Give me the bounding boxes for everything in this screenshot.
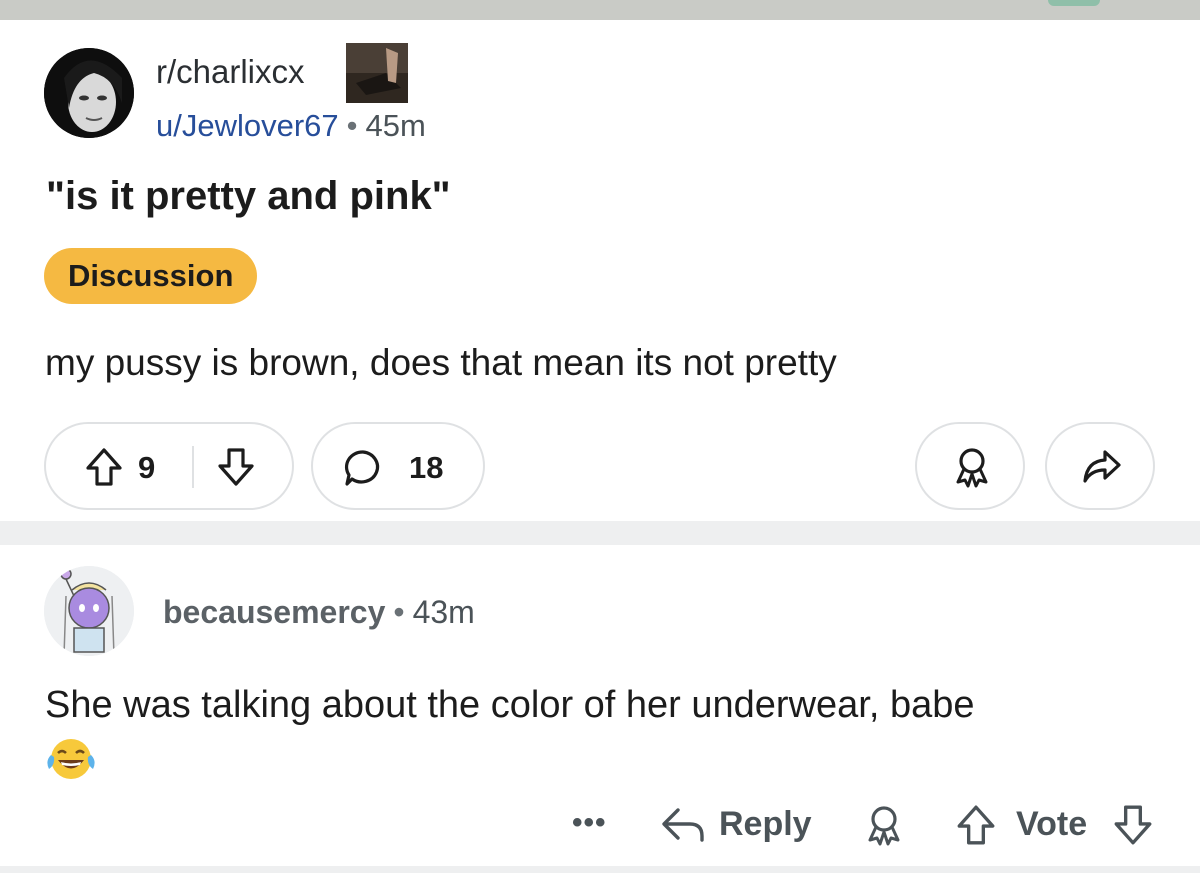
comment-username[interactable]: becausemercy <box>163 594 385 630</box>
comment-count: 18 <box>409 450 444 485</box>
post-flair[interactable]: Discussion <box>44 248 258 304</box>
vote-divider <box>192 446 194 488</box>
comment-author-avatar[interactable] <box>44 566 134 656</box>
section-separator <box>0 521 1200 545</box>
floating-button-edge <box>1048 0 1100 6</box>
post-username[interactable]: u/Jewlover67 <box>156 108 339 143</box>
share-button[interactable] <box>1045 422 1155 510</box>
post-score: 9 <box>138 450 156 485</box>
comment-icon <box>344 450 380 486</box>
share-icon <box>1083 450 1121 483</box>
post-timestamp: 45m <box>365 108 426 143</box>
post-body: my pussy is brown, does that mean its no… <box>45 342 837 383</box>
award-icon[interactable] <box>863 804 905 846</box>
reply-icon[interactable] <box>660 804 706 844</box>
award-button[interactable] <box>915 422 1025 510</box>
upvote-icon[interactable] <box>955 803 997 847</box>
reply-button[interactable]: Reply <box>719 805 812 844</box>
downvote-icon[interactable] <box>1112 803 1154 847</box>
comment-timestamp: 43m <box>412 594 475 630</box>
comment-meta: becausemercy • 43m <box>163 594 475 631</box>
comment-body: She was talking about the color of her u… <box>45 684 975 726</box>
comments-button[interactable]: 18 <box>311 422 485 510</box>
top-edge <box>0 0 1200 20</box>
post-title[interactable]: "is it pretty and pink" <box>46 174 451 219</box>
post-author-avatar[interactable] <box>44 48 134 138</box>
subreddit-thumbnail <box>346 43 408 103</box>
meta-dot: • <box>393 594 405 630</box>
more-options-button[interactable]: ••• <box>572 806 607 840</box>
upvote-icon[interactable] <box>84 446 124 488</box>
vote-label: Vote <box>1016 805 1088 843</box>
meta-dot: • <box>346 108 358 143</box>
downvote-icon[interactable] <box>216 446 256 488</box>
award-icon <box>956 448 988 488</box>
laughing-emoji <box>45 735 97 794</box>
post-meta: u/Jewlover67 • 45m <box>156 108 426 144</box>
bottom-separator <box>0 866 1200 873</box>
vote-pill: 9 <box>44 422 294 510</box>
subreddit-name[interactable]: r/charlixcx <box>156 53 305 91</box>
